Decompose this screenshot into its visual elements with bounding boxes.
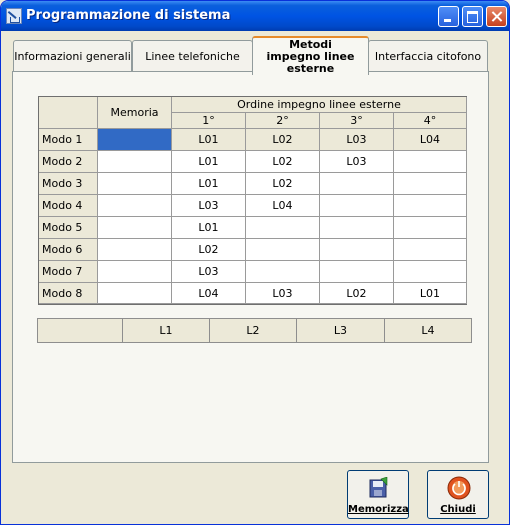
order-cell[interactable]: L04 [246, 195, 320, 217]
order-cell[interactable] [394, 151, 467, 173]
floppy-disk-icon [369, 477, 388, 498]
header-order-3: 3° [320, 113, 394, 129]
power-icon [447, 476, 471, 500]
order-cell[interactable] [320, 217, 394, 239]
header-ordine-impegno: Ordine impegno linee esterne [172, 97, 467, 113]
memoria-cell[interactable] [98, 239, 172, 261]
order-cell[interactable] [320, 261, 394, 283]
line-bar-blank [37, 318, 123, 343]
line-bar-l4[interactable]: L4 [384, 318, 472, 343]
memoria-cell[interactable] [98, 217, 172, 239]
header-memoria: Memoria [98, 97, 172, 129]
memoria-cell[interactable] [98, 261, 172, 283]
order-cell[interactable] [394, 173, 467, 195]
row-header-modo-5: Modo 5 [39, 217, 98, 239]
order-cell[interactable]: L01 [172, 173, 246, 195]
order-cell[interactable] [394, 217, 467, 239]
memoria-cell[interactable] [98, 195, 172, 217]
order-cell[interactable] [320, 239, 394, 261]
memorizza-label: Memorizza [348, 504, 409, 515]
order-cell[interactable]: L03 [320, 129, 394, 151]
tab-linee-telefoniche[interactable]: Linee telefoniche [132, 40, 253, 72]
order-cell[interactable] [320, 173, 394, 195]
header-order-2: 2° [246, 113, 320, 129]
corner-header [39, 97, 98, 129]
order-cell[interactable]: L04 [394, 129, 467, 151]
line-bar-l2[interactable]: L2 [209, 318, 297, 343]
row-header-modo-4: Modo 4 [39, 195, 98, 217]
order-cell[interactable]: L03 [246, 283, 320, 304]
order-cell[interactable]: L03 [320, 151, 394, 173]
order-cell[interactable]: L03 [172, 261, 246, 283]
header-order-1: 1° [172, 113, 246, 129]
close-window-button[interactable] [486, 6, 507, 27]
order-cell[interactable]: L01 [172, 129, 246, 151]
row-header-modo-3: Modo 3 [39, 173, 98, 195]
memoria-cell[interactable] [98, 151, 172, 173]
tab-informazioni-generali[interactable]: Informazioni generali [13, 40, 132, 72]
row-header-modo-7: Modo 7 [39, 261, 98, 283]
line-bar-l1[interactable]: L1 [122, 318, 210, 343]
tab-metodi-impegno-linee-esterne[interactable]: Metodi impegno linee esterne [252, 36, 369, 75]
memoria-cell[interactable] [98, 129, 172, 151]
order-cell[interactable] [320, 195, 394, 217]
order-cell[interactable]: L01 [172, 151, 246, 173]
title-bar: Programmazione di sistema [1, 1, 509, 31]
chiudi-label: Chiudi [440, 504, 476, 515]
order-cell[interactable] [246, 239, 320, 261]
main-window: Programmazione di sistema Informazioni g… [0, 0, 510, 525]
tab-interfaccia-citofono[interactable]: Interfaccia citofono [368, 40, 488, 72]
order-cell[interactable]: L04 [172, 283, 246, 304]
order-cell[interactable]: L01 [172, 217, 246, 239]
order-cell[interactable]: L02 [320, 283, 394, 304]
line-bar-l3[interactable]: L3 [296, 318, 385, 343]
order-cell[interactable] [394, 239, 467, 261]
maximize-button[interactable] [462, 6, 483, 27]
app-icon [6, 8, 22, 24]
order-cell[interactable]: L02 [246, 151, 320, 173]
header-order-4: 4° [394, 113, 467, 129]
memorizza-button[interactable]: Memorizza [347, 470, 409, 519]
memoria-cell[interactable] [98, 283, 172, 304]
row-header-modo-2: Modo 2 [39, 151, 98, 173]
order-cell[interactable] [246, 217, 320, 239]
order-cell[interactable]: L02 [246, 173, 320, 195]
memoria-cell[interactable] [98, 173, 172, 195]
order-cell[interactable] [394, 195, 467, 217]
order-cell[interactable] [246, 261, 320, 283]
order-cell[interactable]: L03 [172, 195, 246, 217]
order-cell[interactable] [394, 261, 467, 283]
order-cell[interactable]: L01 [394, 283, 467, 304]
minimize-button[interactable] [438, 6, 459, 27]
row-header-modo-8: Modo 8 [39, 283, 98, 304]
chiudi-button[interactable]: Chiudi [427, 470, 489, 519]
lines-order-grid[interactable]: Memoria Ordine impegno linee esterne 1° … [38, 96, 467, 305]
row-header-modo-6: Modo 6 [39, 239, 98, 261]
window-title: Programmazione di sistema [26, 8, 231, 23]
order-cell[interactable]: L02 [172, 239, 246, 261]
row-header-modo-1: Modo 1 [39, 129, 98, 151]
order-cell[interactable]: L02 [246, 129, 320, 151]
